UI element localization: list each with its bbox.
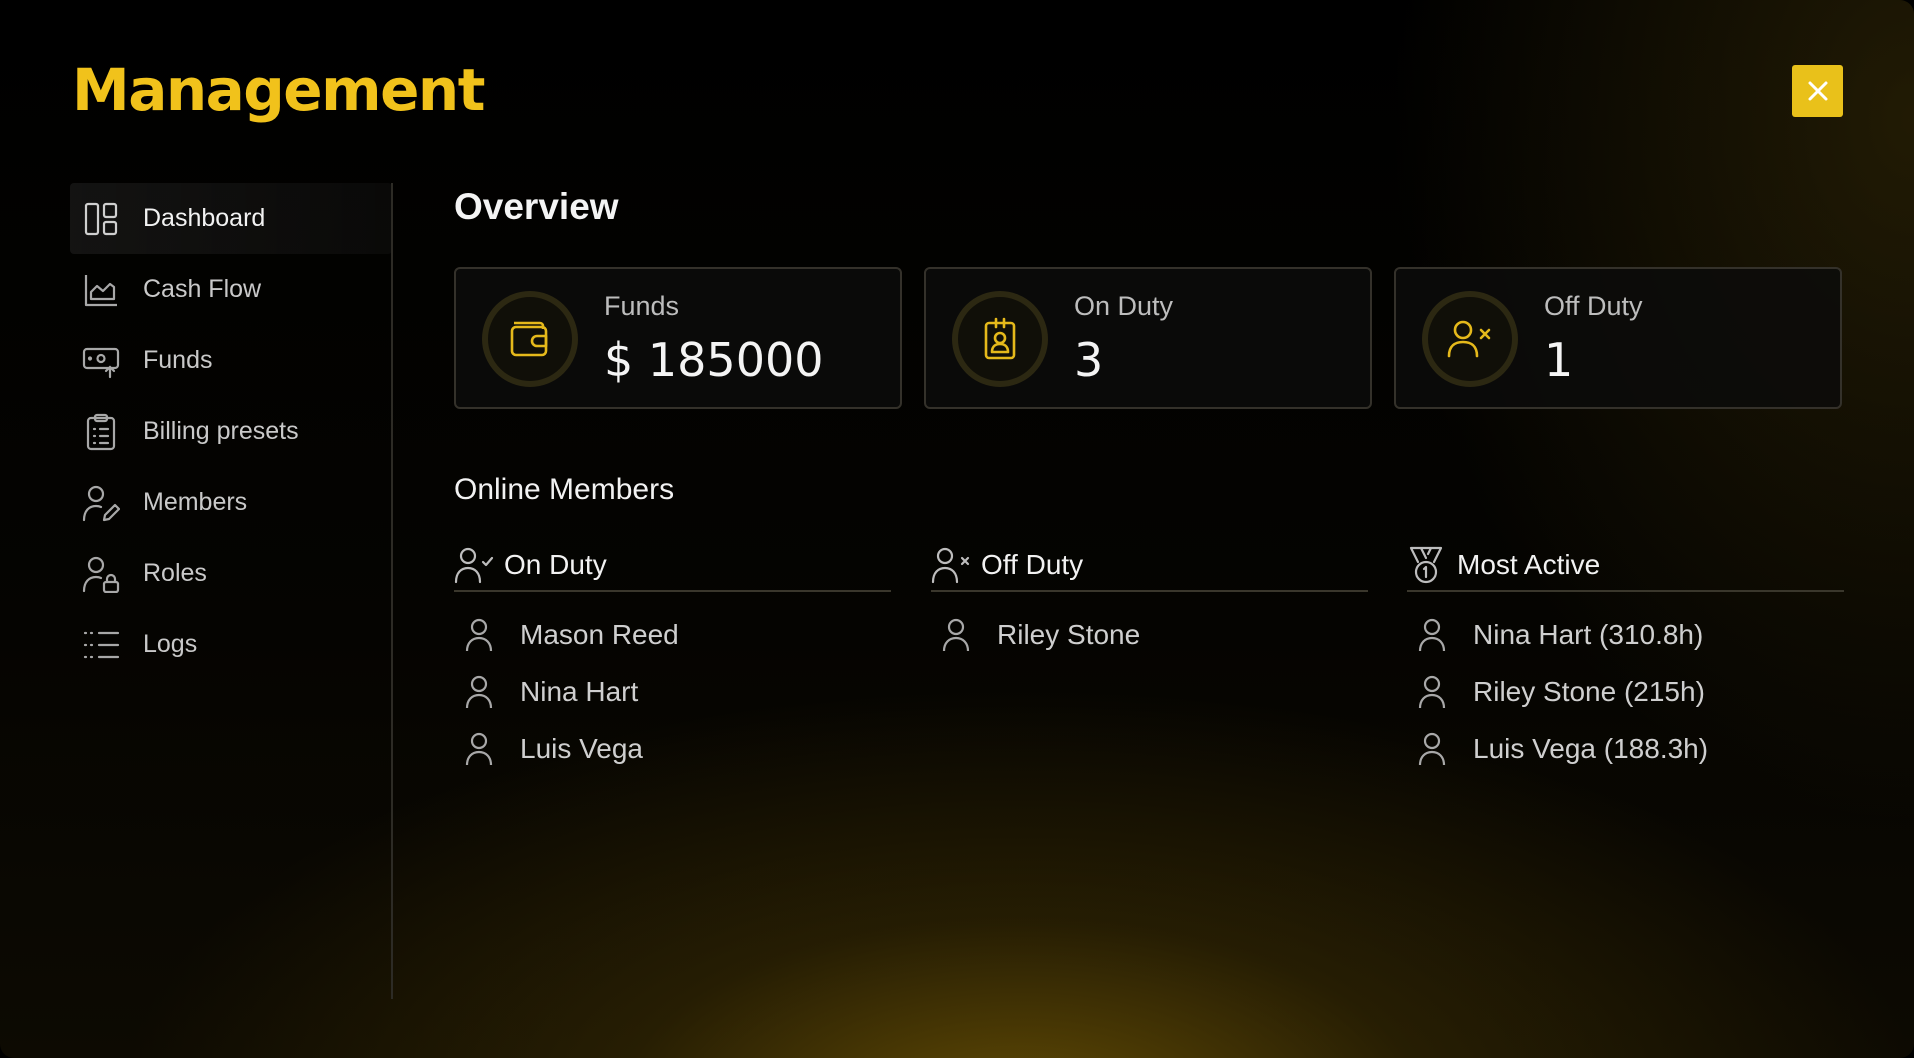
user-icon [935, 614, 977, 656]
member-name: Nina Hart (310.8h) [1473, 618, 1704, 650]
list-item: Luis Vega (188.3h) [1407, 720, 1844, 777]
management-window: Management Dashboard Cash Flow Funds Bil… [0, 0, 1914, 1058]
sidebar-item-cash-flow[interactable]: Cash Flow [70, 254, 392, 325]
sidebar-item-dashboard[interactable]: Dashboard [70, 183, 392, 254]
overview-heading: Overview [454, 186, 619, 227]
column-title: Off Duty [981, 549, 1084, 580]
id-badge-icon [980, 317, 1020, 361]
list-item: Riley Stone [931, 606, 1368, 663]
list-icon [82, 626, 120, 664]
list-item: Mason Reed [454, 606, 891, 663]
list-item: Nina Hart (310.8h) [1407, 606, 1844, 663]
sidebar-item-label: Dashboard [143, 204, 266, 232]
user-icon [1411, 671, 1453, 713]
clipboard-list-icon [82, 413, 120, 451]
sidebar-item-label: Funds [143, 346, 213, 374]
list-item: Riley Stone (215h) [1407, 663, 1844, 720]
card-label: Funds [604, 291, 680, 321]
user-lock-icon [82, 555, 120, 593]
user-edit-icon [82, 484, 120, 522]
card-label: On Duty [1074, 291, 1174, 321]
user-icon [458, 728, 500, 770]
sidebar-item-label: Logs [143, 630, 198, 658]
member-name: Luis Vega [520, 732, 643, 764]
money-transfer-icon [82, 342, 120, 380]
user-x-icon [931, 545, 973, 585]
close-icon [1807, 80, 1829, 102]
funds-card: Funds $ 185000 [454, 267, 902, 409]
medal-icon [1407, 545, 1449, 585]
list-item: Nina Hart [454, 663, 891, 720]
card-value: 1 [1544, 333, 1574, 387]
user-icon [1411, 614, 1453, 656]
sidebar-item-label: Cash Flow [143, 275, 262, 303]
close-button[interactable] [1792, 65, 1843, 117]
member-name: Nina Hart [520, 675, 639, 707]
user-x-icon [1447, 318, 1493, 360]
online-members-heading: Online Members [454, 473, 675, 506]
user-check-icon [454, 545, 496, 585]
off-duty-column: Off Duty Riley Stone [931, 540, 1368, 663]
member-name: Riley Stone [997, 618, 1141, 650]
chart-icon [82, 271, 120, 309]
card-value: 3 [1074, 333, 1104, 387]
sidebar-item-roles[interactable]: Roles [70, 538, 392, 609]
user-icon [1411, 728, 1453, 770]
member-name: Riley Stone (215h) [1473, 675, 1705, 707]
sidebar-item-funds[interactable]: Funds [70, 325, 392, 396]
off-duty-card: Off Duty 1 [1394, 267, 1842, 409]
column-title: On Duty [504, 549, 607, 580]
card-value: $ 185000 [604, 333, 824, 387]
sidebar-item-billing-presets[interactable]: Billing presets [70, 396, 392, 467]
user-icon [458, 671, 500, 713]
sidebar-item-label: Roles [143, 559, 207, 587]
member-name: Luis Vega (188.3h) [1473, 732, 1709, 764]
sidebar-item-label: Members [143, 488, 248, 516]
user-icon [458, 614, 500, 656]
card-label: Off Duty [1544, 291, 1643, 321]
sidebar: Dashboard Cash Flow Funds Billing preset… [70, 183, 392, 680]
sidebar-item-members[interactable]: Members [70, 467, 392, 538]
page-title: Management [72, 56, 485, 124]
column-title: Most Active [1457, 549, 1601, 580]
sidebar-item-label: Billing presets [143, 417, 299, 445]
list-item: Luis Vega [454, 720, 891, 777]
on-duty-column: On Duty Mason Reed Nina Hart Luis Vega [454, 540, 891, 777]
dashboard-icon [82, 200, 120, 238]
wallet-icon [508, 319, 552, 359]
sidebar-item-logs[interactable]: Logs [70, 609, 392, 680]
on-duty-card: On Duty 3 [924, 267, 1372, 409]
most-active-column: Most Active Nina Hart (310.8h) Riley Sto… [1407, 540, 1844, 777]
member-name: Mason Reed [520, 618, 679, 650]
sidebar-divider [391, 183, 393, 999]
